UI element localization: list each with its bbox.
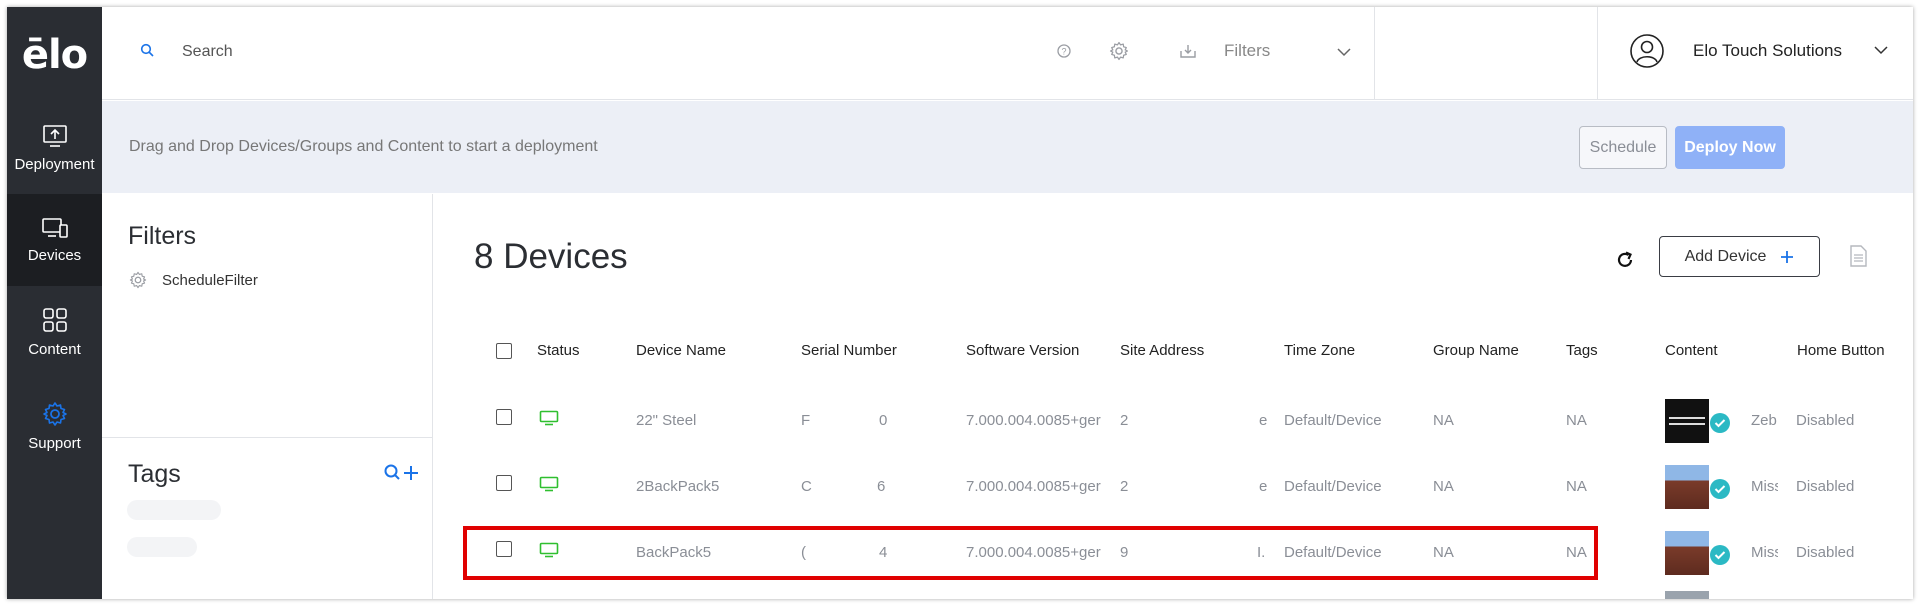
row-checkbox[interactable] <box>496 475 512 491</box>
sidebar-item-label: Devices <box>27 246 82 264</box>
cell-site-end: e <box>1259 412 1268 429</box>
col-header-serial-number[interactable]: Serial Number <box>801 342 897 359</box>
tag-item[interactable] <box>127 500 221 520</box>
sidebar-item-deployment[interactable]: Deployment <box>7 102 102 194</box>
cell-software-version: 7.000.004.0085+ger <box>966 478 1101 495</box>
tags-title: Tags <box>128 460 181 488</box>
cell-home-button: Disabled <box>1796 478 1855 495</box>
content-thumbnail[interactable] <box>1665 465 1709 509</box>
sidebar: ēlo Deployment Devices Content Support <box>7 7 102 599</box>
add-device-label: Add Device <box>1684 247 1767 265</box>
cell-time-zone: Default/Device <box>1284 412 1382 429</box>
devices-count-title: 8 Devices <box>474 237 628 276</box>
chevron-down-icon[interactable] <box>1336 47 1352 57</box>
cell-home-button: Disabled <box>1796 412 1855 429</box>
top-bar: ? Filters Elo Touch Solutions <box>102 7 1913 100</box>
filter-gear-icon <box>129 271 147 289</box>
cell-tags: NA <box>1566 478 1587 495</box>
device-online-icon <box>539 476 559 492</box>
cell-group-name: NA <box>1433 412 1454 429</box>
sidebar-item-content[interactable]: Content <box>7 286 102 378</box>
cell-content-name: Miss <box>1751 544 1778 561</box>
cell-serial-end: 0 <box>879 412 888 429</box>
add-device-button[interactable]: Add Device <box>1659 236 1820 277</box>
download-icon[interactable] <box>1179 43 1197 59</box>
sidebar-item-label: Content <box>28 340 81 358</box>
content-assigned-check-icon <box>1710 413 1730 433</box>
col-header-time-zone[interactable]: Time Zone <box>1284 342 1355 359</box>
col-header-device-name[interactable]: Device Name <box>636 342 726 359</box>
sidebar-item-label: Support <box>28 434 81 452</box>
schedule-button[interactable]: Schedule <box>1579 126 1667 169</box>
tag-item[interactable] <box>127 537 197 557</box>
cell-site-end: e <box>1259 478 1268 495</box>
content-thumbnail[interactable] <box>1665 531 1709 575</box>
col-header-site-address[interactable]: Site Address <box>1120 342 1204 359</box>
settings-icon[interactable] <box>1109 41 1129 61</box>
cell-site-start: 2 <box>1120 412 1129 429</box>
gear-icon <box>42 401 67 426</box>
row-checkbox[interactable] <box>496 409 512 425</box>
content-assigned-check-icon <box>1710 479 1730 499</box>
divider <box>1597 7 1598 100</box>
search-icon <box>140 43 154 57</box>
elo-logo: ēlo <box>21 31 88 78</box>
user-avatar-icon[interactable] <box>1629 33 1665 69</box>
divider <box>1374 7 1375 100</box>
deploy-icon <box>42 124 67 147</box>
cell-serial-start: C <box>801 478 812 495</box>
col-header-home-button[interactable]: Home Button <box>1797 342 1885 359</box>
svg-text:?: ? <box>1061 47 1066 57</box>
help-icon[interactable]: ? <box>1057 44 1071 58</box>
content-thumbnail[interactable] <box>1665 591 1709 599</box>
filters-title: Filters <box>128 222 197 250</box>
col-header-software-version[interactable]: Software Version <box>966 342 1079 359</box>
cell-content-name: Miss <box>1751 478 1778 495</box>
cell-device-name[interactable]: 2BackPack5 <box>636 478 719 495</box>
app-window: ēlo Deployment Devices Content Support ?… <box>7 7 1913 599</box>
cell-device-name[interactable]: 22" Steel <box>636 412 696 429</box>
search-input[interactable] <box>182 43 682 61</box>
sidebar-item-label: Deployment <box>14 155 95 173</box>
panel-divider <box>102 437 433 438</box>
plus-icon <box>1781 250 1794 263</box>
cell-home-button: Disabled <box>1796 544 1855 561</box>
filters-dropdown-label[interactable]: Filters <box>1224 41 1270 61</box>
cell-software-version: 7.000.004.0085+ger <box>966 412 1101 429</box>
select-all-checkbox[interactable] <box>496 343 512 359</box>
cell-group-name: NA <box>1433 478 1454 495</box>
device-online-icon <box>539 410 559 426</box>
col-header-status[interactable]: Status <box>537 342 580 359</box>
tag-search-add-icon[interactable] <box>383 463 423 483</box>
user-menu-chevron-icon[interactable] <box>1873 45 1889 55</box>
col-header-tags[interactable]: Tags <box>1566 342 1598 359</box>
col-header-content[interactable]: Content <box>1665 342 1718 359</box>
document-icon[interactable] <box>1849 245 1867 267</box>
refresh-icon[interactable] <box>1615 250 1635 270</box>
content-icon <box>42 307 67 332</box>
cell-tags: NA <box>1566 412 1587 429</box>
col-header-group-name[interactable]: Group Name <box>1433 342 1519 359</box>
filter-item-schedulefilter[interactable]: ScheduleFilter <box>162 272 258 289</box>
cell-time-zone: Default/Device <box>1284 478 1382 495</box>
cell-site-start: 2 <box>1120 478 1129 495</box>
devices-icon <box>41 217 68 238</box>
user-name[interactable]: Elo Touch Solutions <box>1693 41 1842 61</box>
cell-content-name: Zeb <box>1751 412 1777 429</box>
sidebar-item-support[interactable]: Support <box>7 380 102 472</box>
content-assigned-check-icon <box>1710 545 1730 565</box>
banner-instructions: Drag and Drop Devices/Groups and Content… <box>129 138 598 155</box>
selected-row-highlight <box>463 526 1598 580</box>
content-thumbnail[interactable] <box>1665 399 1709 443</box>
sidebar-item-devices[interactable]: Devices <box>7 194 102 286</box>
cell-serial-start: F <box>801 412 811 429</box>
cell-serial-end: 6 <box>877 478 886 495</box>
deploy-now-button[interactable]: Deploy Now <box>1675 126 1785 169</box>
